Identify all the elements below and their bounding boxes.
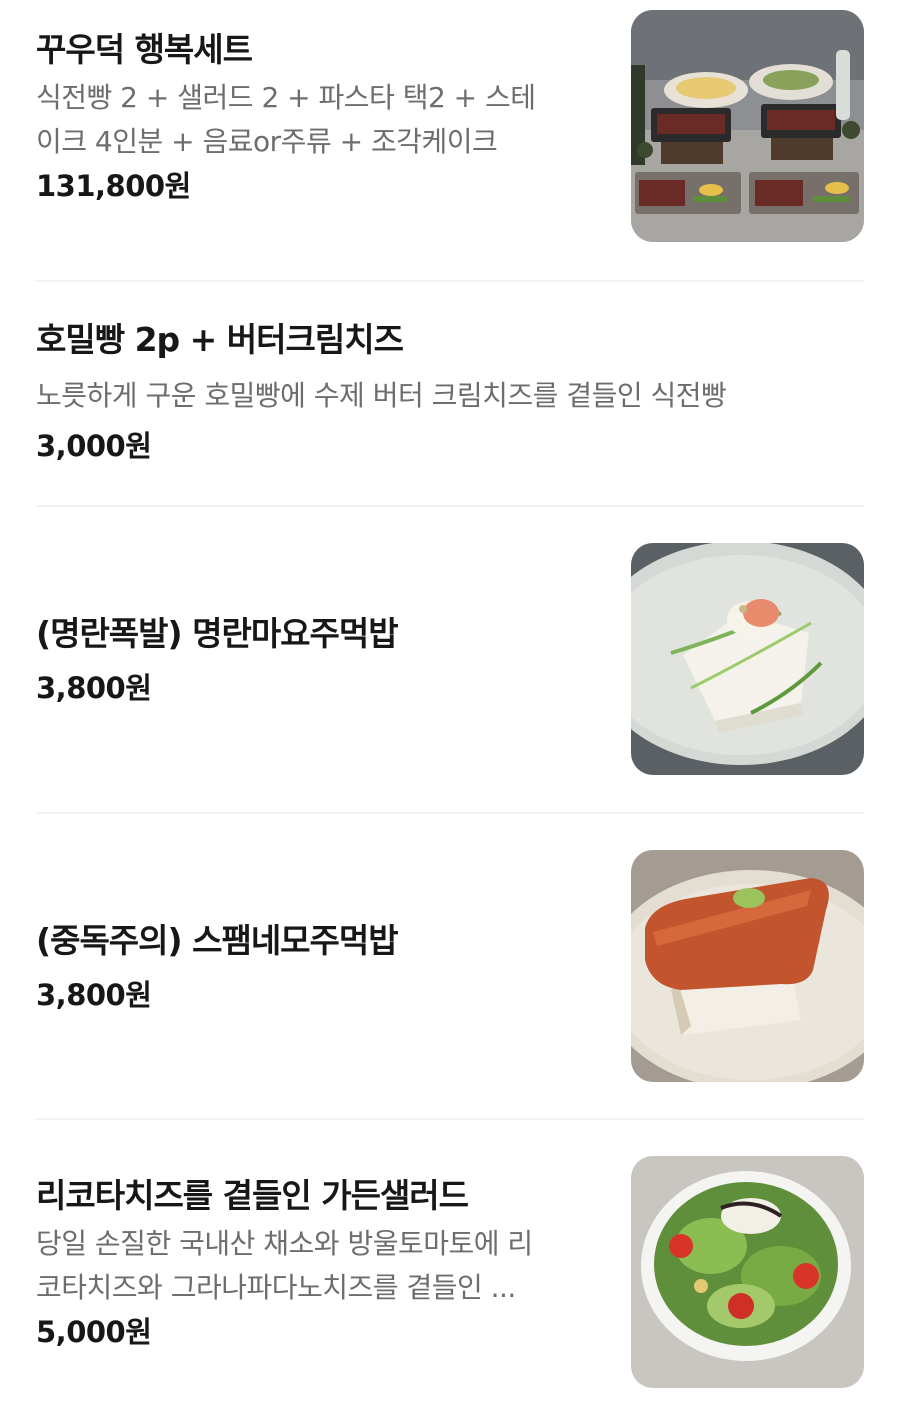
menu-item[interactable]: 호밀빵 2p + 버터크림치즈 노릇하게 구운 호밀빵에 수제 버터 크림치즈를… — [36, 318, 864, 468]
menu-item-description-line: 코타치즈와 그라나파다노치즈를 곁들인 ... — [36, 1271, 516, 1304]
menu-item-price: 3,800원 — [36, 671, 152, 705]
menu-item[interactable]: (명란폭발) 명란마요주먹밥 3,800원 — [36, 543, 864, 777]
menu-item[interactable]: 리코타치즈를 곁들인 가든샐러드 당일 손질한 국내산 채소와 방울토마토에 리… — [36, 1156, 864, 1390]
menu-item[interactable]: 꾸우덕 행복세트 식전빵 2 + 샐러드 2 + 파스타 택2 + 스테 이크 … — [36, 10, 864, 244]
menu-item-image[interactable] — [631, 543, 864, 775]
menu-item-name: 리코타치즈를 곁들인 가든샐러드 — [36, 1176, 469, 1215]
menu-item-description: 당일 손질한 국내산 채소와 방울토마토에 리 코타치즈와 그라나파다노치즈를 … — [36, 1222, 606, 1310]
menu-item-text: 리코타치즈를 곁들인 가든샐러드 당일 손질한 국내산 채소와 방울토마토에 리… — [36, 1174, 606, 1354]
menu-item-price: 5,000원 — [36, 1315, 152, 1349]
menu-item-text: 호밀빵 2p + 버터크림치즈 노릇하게 구운 호밀빵에 수제 버터 크림치즈를… — [36, 318, 864, 468]
menu-item-text: (중독주의) 스팸네모주먹밥 3,800원 — [36, 919, 606, 1017]
menu-item-name: 꾸우덕 행복세트 — [36, 30, 253, 69]
mentaiko-rice-ball-image — [631, 543, 864, 775]
menu-item-name: 호밀빵 2p + 버터크림치즈 — [36, 320, 404, 359]
menu-item[interactable]: (중독주의) 스팸네모주먹밥 3,800원 — [36, 850, 864, 1084]
menu-item-image[interactable] — [631, 1156, 864, 1388]
menu-item-price: 3,000원 — [36, 429, 152, 463]
menu-item-description-line: 식전빵 2 + 샐러드 2 + 파스타 택2 + 스테 — [36, 81, 536, 114]
divider — [36, 1118, 864, 1120]
garden-salad-image — [631, 1156, 864, 1388]
menu-item-price: 131,800원 — [36, 169, 191, 203]
divider — [36, 505, 864, 507]
menu-item-name: (명란폭발) 명란마요주먹밥 — [36, 614, 399, 653]
menu-item-description: 식전빵 2 + 샐러드 2 + 파스타 택2 + 스테 이크 4인분 + 음료o… — [36, 76, 606, 164]
menu-item-name: (중독주의) 스팸네모주먹밥 — [36, 921, 399, 960]
menu-item-text: 꾸우덕 행복세트 식전빵 2 + 샐러드 2 + 파스타 택2 + 스테 이크 … — [36, 28, 606, 208]
divider — [36, 812, 864, 814]
menu-item-image[interactable] — [631, 850, 864, 1082]
menu-item-price: 3,800원 — [36, 978, 152, 1012]
menu-list: 꾸우덕 행복세트 식전빵 2 + 샐러드 2 + 파스타 택2 + 스테 이크 … — [0, 0, 900, 1415]
steak-set-image — [631, 10, 864, 242]
menu-item-description: 노릇하게 구운 호밀빵에 수제 버터 크림치즈를 곁들인 식전빵 — [36, 379, 727, 412]
spam-rice-block-image — [631, 850, 864, 1082]
menu-item-image[interactable] — [631, 10, 864, 242]
menu-item-description-line: 당일 손질한 국내산 채소와 방울토마토에 리 — [36, 1227, 533, 1260]
menu-item-text: (명란폭발) 명란마요주먹밥 3,800원 — [36, 612, 606, 710]
divider — [36, 280, 864, 282]
menu-item-description-line: 이크 4인분 + 음료or주류 + 조각케이크 — [36, 125, 498, 158]
